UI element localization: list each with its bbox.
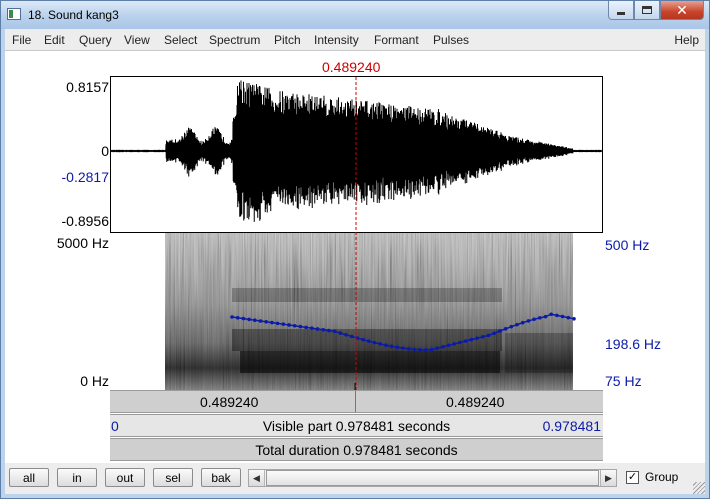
right-segment-duration[interactable]: 0.489240 — [446, 394, 504, 410]
editor-client-area: File Edit Query View Select Spectrum Pit… — [5, 29, 705, 494]
scroll-thumb[interactable] — [266, 470, 599, 486]
visible-end: 0.978481 — [542, 418, 601, 434]
visible-part-label: Visible part 0.978481 seconds — [262, 418, 451, 434]
group-label: Group — [645, 470, 679, 484]
segment-bar: 0.489240 0.489240 — [110, 390, 603, 413]
close-button[interactable]: ✕ — [660, 1, 704, 20]
maximize-icon — [642, 6, 652, 14]
minimize-icon — [617, 11, 625, 15]
scroll-right-icon[interactable]: ▶ — [600, 470, 616, 486]
close-icon: ✕ — [676, 2, 688, 18]
minimize-button[interactable] — [608, 1, 634, 20]
zoom-back-button[interactable]: bak — [201, 468, 241, 487]
window-controls: ✕ — [608, 1, 704, 20]
resize-grip[interactable] — [693, 482, 705, 494]
zoom-selection-button[interactable]: sel — [153, 468, 193, 487]
zoom-out-button[interactable]: out — [105, 468, 145, 487]
window-title: 18. Sound kang3 — [28, 8, 119, 22]
maximize-button[interactable] — [634, 1, 660, 20]
group-toggle[interactable]: ✓ Group — [626, 470, 678, 484]
app-icon — [7, 8, 21, 20]
visible-part-bar[interactable]: 0 Visible part 0.978481 seconds 0.978481 — [110, 414, 603, 437]
zoom-all-button[interactable]: all — [9, 468, 49, 487]
segment-divider — [355, 391, 356, 412]
total-duration-label: Total duration 0.978481 seconds — [255, 442, 458, 458]
zoom-in-button[interactable]: in — [57, 468, 97, 487]
group-checkbox[interactable]: ✓ — [626, 470, 639, 484]
scroll-left-icon[interactable]: ◀ — [249, 470, 265, 486]
bottom-controls: all in out sel bak ◀ ▶ ✓ Group — [5, 463, 705, 494]
title-bar[interactable]: 18. Sound kang3 ✕ — [1, 1, 709, 29]
horizontal-scrollbar[interactable]: ◀ ▶ — [248, 469, 617, 487]
total-duration-bar[interactable]: Total duration 0.978481 seconds — [110, 438, 603, 461]
left-segment-duration[interactable]: 0.489240 — [200, 394, 258, 410]
praat-sound-window: 18. Sound kang3 ✕ File Edit Query View S… — [0, 0, 710, 499]
